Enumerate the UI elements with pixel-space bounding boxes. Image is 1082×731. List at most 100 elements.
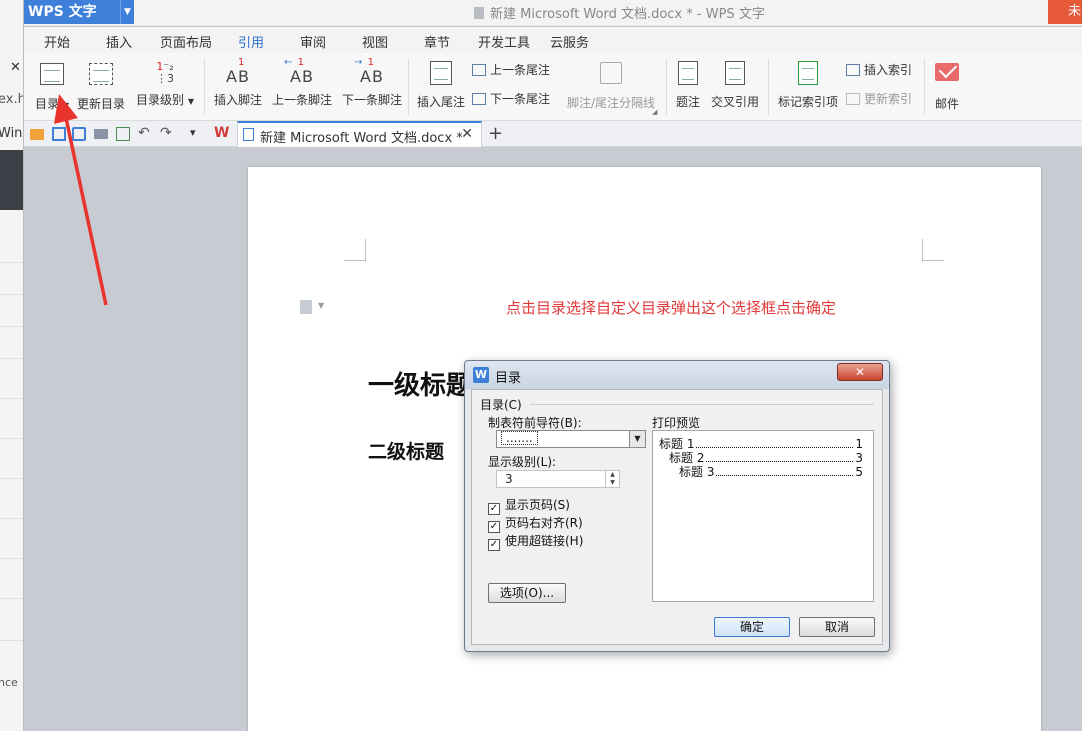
window-title: 新建 Microsoft Word 文档.docx * - WPS 文字: [474, 3, 765, 22]
top-right-button[interactable]: 未: [1048, 0, 1082, 24]
document-icon: [243, 128, 254, 141]
toc-level-button[interactable]: 1⁻₂ ⋮3 目录级别 ▼: [134, 59, 196, 108]
print-icon[interactable]: [94, 129, 108, 139]
dialog-title: 目录: [495, 371, 522, 386]
document-tab[interactable]: 新建 Microsoft Word 文档.docx * ✕: [237, 121, 482, 147]
level-label: 显示级别(L):: [488, 455, 557, 469]
cross-reference-icon: [725, 61, 745, 85]
prev-footnote-icon: AB ← 1: [284, 57, 314, 86]
wps-logo-icon: W: [214, 125, 230, 141]
prev-endnote-button[interactable]: 上一条尾注: [472, 61, 550, 78]
divider: [204, 59, 205, 115]
insert-endnote-button[interactable]: 插入尾注: [416, 59, 466, 110]
divider: [0, 326, 23, 327]
divider: [0, 640, 23, 641]
spinner-arrows-icon[interactable]: ▲ ▼: [605, 471, 619, 487]
menu-bar: 开始 插入 页面布局 引用 审阅 视图 章节 开发工具 云服务: [24, 27, 1082, 55]
divider: [0, 598, 23, 599]
update-index-button[interactable]: 更新索引: [846, 90, 912, 107]
document-icon: [474, 7, 484, 19]
insert-endnote-icon: [430, 61, 452, 85]
checkbox-checked-icon[interactable]: ✓: [488, 539, 500, 551]
paragraph-icon[interactable]: [300, 300, 312, 314]
preview-row: 标题 11: [659, 437, 863, 451]
cross-reference-button[interactable]: 交叉引用: [708, 59, 762, 110]
next-footnote-button[interactable]: AB → 1 下一条脚注: [342, 57, 402, 108]
ok-button[interactable]: 确定: [714, 617, 790, 637]
chevron-down-icon[interactable]: ▼: [629, 431, 645, 447]
tab-chapter[interactable]: 章节: [424, 32, 450, 51]
tab-insert[interactable]: 插入: [106, 32, 132, 51]
dialog-body: 目录(C) 制表符前导符(B): ....... ▼ 显示级别(L): 3 ▲ ▼…: [471, 389, 883, 645]
tab-start[interactable]: 开始: [44, 32, 70, 51]
separator-line-icon: [600, 62, 622, 84]
dialog-title-bar[interactable]: W 目录 ✕: [465, 361, 889, 389]
use-hyperlinks-checkbox[interactable]: ✓ 使用超链接(H): [488, 532, 583, 551]
undo-icon[interactable]: ↶: [138, 126, 152, 141]
divider: [0, 478, 23, 479]
level-stepper[interactable]: 3 ▲ ▼: [496, 470, 620, 488]
toc-button[interactable]: 目录 ▼: [30, 59, 74, 112]
divider: [530, 404, 874, 405]
background-text-1: ex.h: [0, 92, 23, 107]
close-icon[interactable]: ✕: [10, 60, 21, 75]
next-endnote-icon: [472, 93, 486, 105]
divider: [0, 438, 23, 439]
next-footnote-icon: AB → 1: [354, 57, 384, 86]
next-endnote-button[interactable]: 下一条尾注: [472, 90, 550, 107]
update-toc-icon: [89, 63, 113, 85]
customize-icon[interactable]: ▾: [190, 127, 204, 141]
insert-footnote-icon: AB 1: [226, 57, 250, 86]
open-folder-icon[interactable]: [30, 129, 44, 140]
redo-icon[interactable]: ↷: [160, 126, 174, 141]
cancel-button[interactable]: 取消: [799, 617, 875, 637]
update-toc-button[interactable]: 更新目录: [76, 59, 126, 112]
mail-button[interactable]: 邮件: [930, 59, 964, 112]
show-page-numbers-checkbox[interactable]: ✓ 显示页码(S): [488, 496, 570, 515]
caption-icon: [678, 61, 698, 85]
mark-index-button[interactable]: 标记索引项: [776, 59, 840, 110]
divider: [0, 358, 23, 359]
caption-button[interactable]: 题注: [672, 59, 704, 110]
right-align-checkbox[interactable]: ✓ 页码右对齐(R): [488, 514, 583, 533]
close-tab-icon[interactable]: ✕: [461, 126, 473, 142]
divider: [0, 294, 23, 295]
background-window-strip: ✕ ex.h Winc nce: [0, 0, 24, 731]
divider: [0, 398, 23, 399]
save-icon[interactable]: [52, 127, 66, 141]
preview-row: 标题 23: [669, 451, 863, 465]
divider: [0, 518, 23, 519]
prev-footnote-button[interactable]: AB ← 1 上一条脚注: [272, 57, 332, 108]
background-dark-panel: [0, 150, 23, 210]
chevron-down-icon[interactable]: ▼: [120, 0, 134, 24]
dialog-launcher-icon[interactable]: ◢: [652, 108, 657, 116]
heading-2: 二级标题: [368, 441, 445, 463]
app-name: WPS 文字: [28, 4, 97, 20]
tab-references[interactable]: 引用: [238, 32, 265, 55]
leader-select[interactable]: ....... ▼: [496, 430, 646, 448]
tab-page-layout[interactable]: 页面布局: [160, 32, 212, 51]
chevron-down-icon[interactable]: ▼: [318, 301, 324, 310]
insert-footnote-button[interactable]: AB 1 插入脚注: [212, 57, 264, 108]
background-text-2: Winc: [0, 126, 23, 141]
wps-icon: W: [473, 367, 489, 383]
ribbon: 目录 ▼ 更新目录 1⁻₂ ⋮3 目录级别 ▼ AB 1 插入脚注 AB ← 1 上一…: [24, 53, 1082, 121]
update-index-icon: [846, 93, 860, 105]
level-value: 3: [505, 472, 513, 486]
tab-cloud[interactable]: 云服务: [550, 32, 589, 51]
save-as-icon[interactable]: [72, 127, 86, 141]
tab-view[interactable]: 视图: [362, 32, 388, 51]
preview-row: 标题 35: [679, 465, 863, 479]
print-preview-icon[interactable]: [116, 127, 130, 141]
dialog-close-button[interactable]: ✕: [837, 363, 883, 381]
tab-review[interactable]: 审阅: [300, 32, 326, 51]
insert-index-button[interactable]: 插入索引: [846, 61, 912, 78]
chevron-down-icon: ▼: [187, 97, 194, 106]
mark-index-icon: [798, 61, 818, 85]
print-preview: 标题 11 标题 23 标题 35: [652, 430, 874, 602]
footnote-separator-button[interactable]: 脚注/尾注分隔线: [564, 59, 658, 111]
new-tab-icon[interactable]: +: [488, 123, 503, 144]
options-button[interactable]: 选项(O)...: [488, 583, 566, 603]
app-menu-button[interactable]: WPS 文字 ▼: [24, 0, 134, 24]
tab-developer[interactable]: 开发工具: [478, 32, 530, 51]
